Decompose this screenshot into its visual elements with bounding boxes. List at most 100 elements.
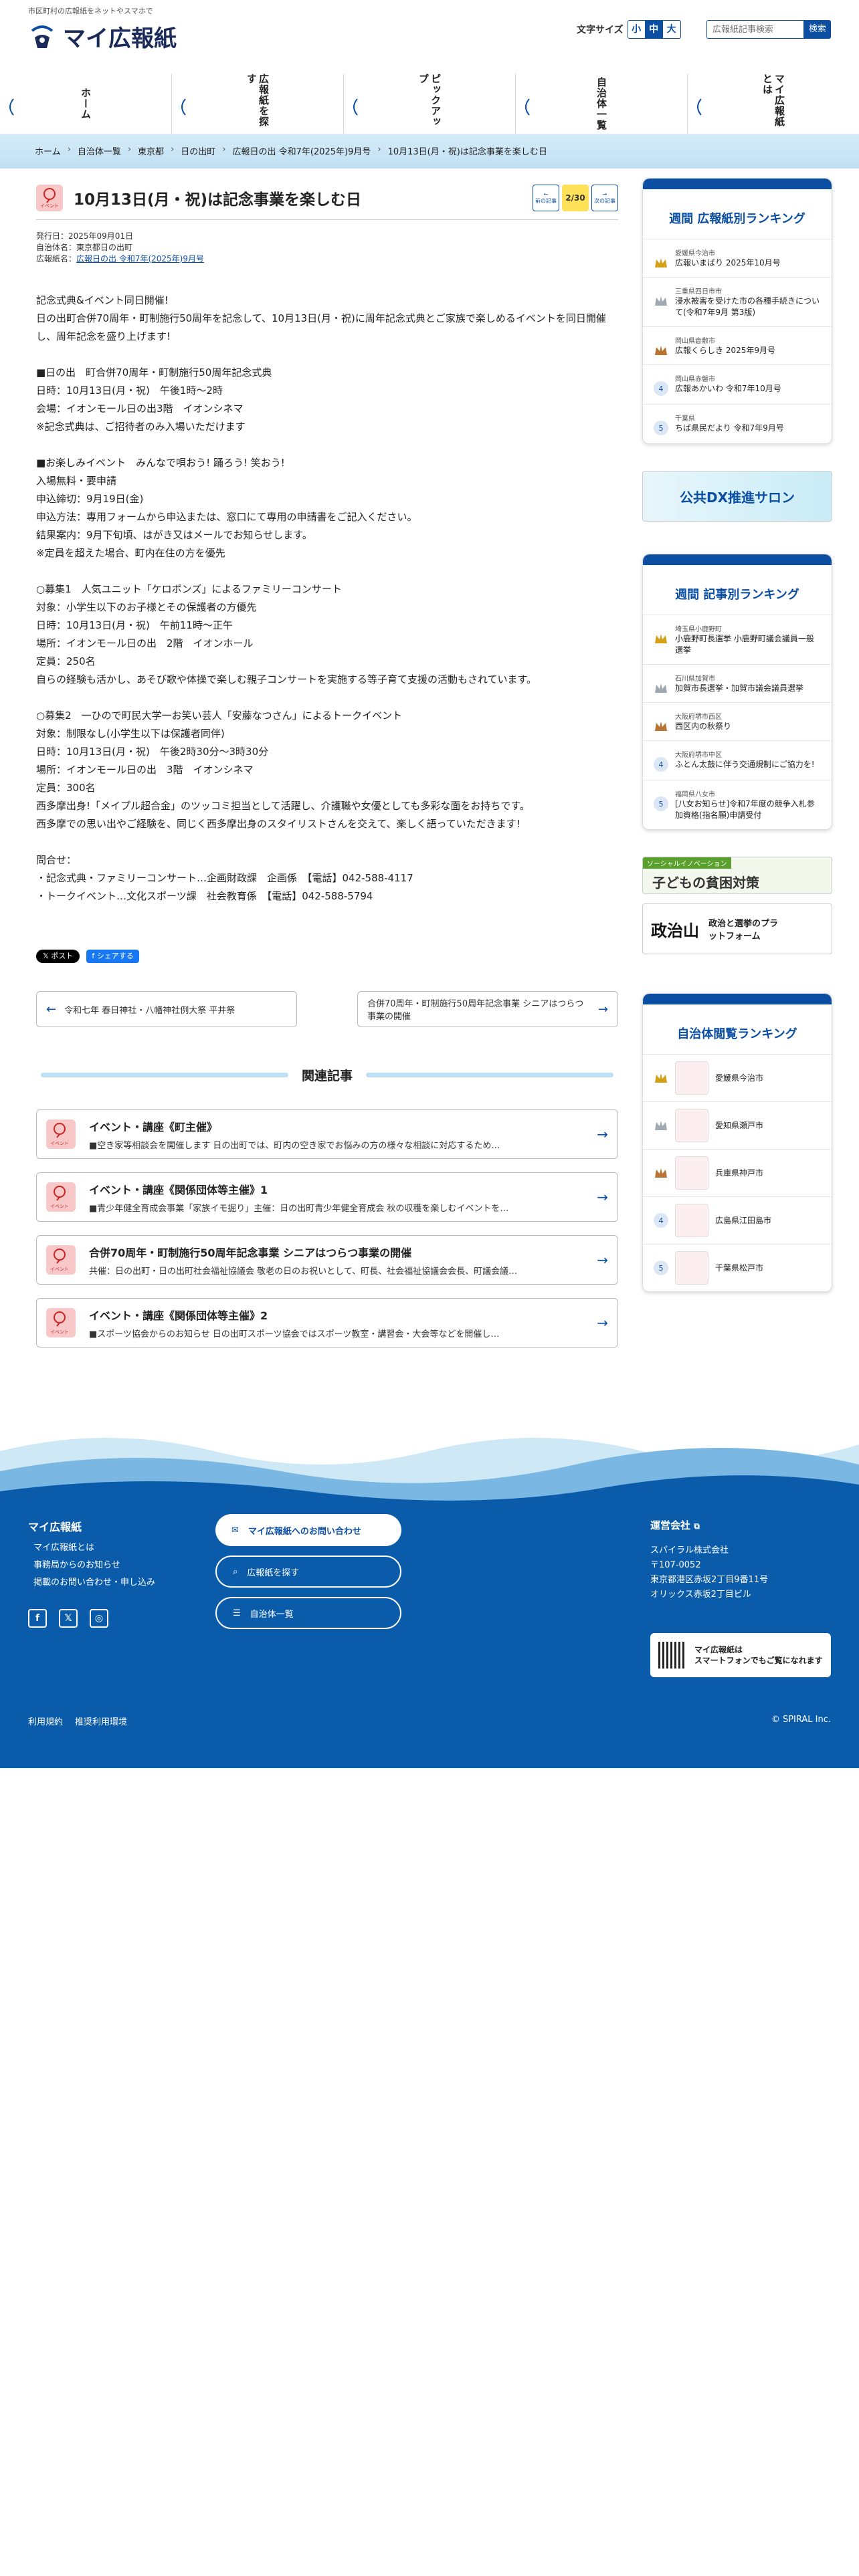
paper-link[interactable]: 広報日の出 令和7年(2025年)9月号 — [76, 254, 204, 263]
breadcrumb-issue[interactable]: 広報日の出 令和7年(2025年)9月号 — [232, 144, 371, 157]
category-label: イベント — [50, 1267, 69, 1272]
ranking-municipality: 石川県加賀市 — [675, 675, 715, 683]
rank-number: 5 — [654, 796, 668, 811]
ranking-text: 加賀市長選挙・加賀市議会議員選挙 — [675, 683, 804, 693]
company-label: 運営会社 — [650, 1519, 691, 1531]
nav-item-municipalities[interactable]: 自治体一覧 — [516, 74, 688, 134]
related-item[interactable]: イベント イベント・講座《町主催》 ■空き家等相談会を開催します 日の出町では、町… — [36, 1109, 618, 1159]
ranking-item[interactable]: 5 千葉県松戸市 — [643, 1244, 832, 1291]
font-size-medium-button[interactable]: 中 — [645, 21, 663, 38]
municipality-list-button[interactable]: ☰ 自治体一覧 — [215, 1597, 401, 1629]
arrow-right-icon: → — [597, 1315, 608, 1331]
instagram-icon[interactable]: ◎ — [90, 1609, 108, 1628]
ranking-text: 広島県江田島市 — [715, 1215, 772, 1225]
ranking-item[interactable]: 4 岡山県赤磐市 広報あかいわ 令和7年10月号 — [643, 364, 832, 404]
x-icon[interactable]: 𝕏 — [59, 1609, 78, 1628]
nav-item-home[interactable]: ホーム — [0, 74, 172, 134]
ranking-item[interactable]: 埼玉県小鹿野町 小鹿野町長選挙 小鹿野町議会議員一般選挙 — [643, 615, 832, 664]
next-article-title: 合併70周年・町制施行50周年記念事業 シニアはつらつ事業の開催 — [367, 999, 584, 1022]
related-item[interactable]: イベント イベント・講座《関係団体等主催》2 ■スポーツ協会からのお知らせ 日の出… — [36, 1298, 618, 1348]
event-category-icon: イベント — [46, 1245, 76, 1275]
company-zip: 〒107-0052 — [650, 1560, 701, 1570]
ranking-item[interactable]: 4 大阪府堺市中区 ふとん太鼓に伴う交通規制にご協力を! — [643, 740, 832, 780]
breadcrumb: ホーム › 自治体一覧 › 東京都 › 日の出町 › 広報日の出 令和7年(2025年)… — [35, 144, 547, 157]
municipality-name: 自治体名：東京都日の出町 — [36, 243, 133, 252]
seijiyama-logo: 政治山 — [651, 920, 699, 940]
mascot-thumbnail-icon — [675, 1204, 708, 1237]
site-footer: マイ広報紙 マイ広報紙とは 事務局からのお知らせ 掲載のお問い合わせ・申し込み … — [0, 1501, 859, 1768]
company-building: オリックス赤坂2丁目ビル — [650, 1590, 751, 1600]
nav-item-about[interactable]: マイ広報紙とは — [688, 74, 859, 134]
related-item-desc: ■スポーツ協会からのお知らせ 日の出町スポーツ協会ではスポーツ教室・講習会・大会… — [89, 1329, 500, 1339]
breadcrumb-town[interactable]: 日の出町 — [181, 144, 215, 157]
social-innovation-banner[interactable]: ソーシャルイノベーション 子どもの貧困対策 — [642, 857, 832, 894]
ranking-item[interactable]: 愛媛県今治市 — [643, 1054, 832, 1101]
ranking-municipality: 大阪府堺市中区 — [675, 752, 722, 759]
company-link[interactable]: 運営会社 ⧉ — [650, 1518, 700, 1532]
breadcrumb-municipalities[interactable]: 自治体一覧 — [78, 144, 121, 157]
ranking-item[interactable]: 三重県四日市市 浸水被害を受けた市の各種手続きについて(令和7年9月 第3版) — [643, 277, 832, 326]
chevron-right-icon: › — [222, 144, 226, 154]
event-category-icon: イベント — [36, 185, 63, 211]
silver-crown-icon — [655, 296, 667, 306]
ranking-item[interactable]: 5 千葉県 ちば県民だより 令和7年9月号 — [643, 404, 832, 443]
logo-text: マイ広報紙 — [63, 25, 177, 52]
related-item-title: イベント・講座《町主催》 — [89, 1120, 218, 1134]
contact-button[interactable]: ✉ マイ広報紙へのお問い合わせ — [215, 1514, 401, 1546]
dx-salon-banner[interactable]: 公共DX推進サロン — [642, 471, 832, 522]
ranking-text: ちば県民だより 令和7年9月号 — [675, 423, 784, 433]
arrow-right-icon: → — [602, 191, 607, 197]
breadcrumb-home[interactable]: ホーム — [35, 144, 61, 157]
ranking-item[interactable]: 兵庫県神戸市 — [643, 1149, 832, 1196]
search-button[interactable]: 検索 — [804, 20, 831, 39]
nav-item-pickup[interactable]: ピックアップ — [344, 74, 516, 134]
breadcrumb-prefecture[interactable]: 東京都 — [138, 144, 164, 157]
footer-bottom-links: 利用規約 推奨利用環境 — [28, 1715, 127, 1727]
ranking-item[interactable]: 石川県加賀市 加賀市長選挙・加賀市議会議員選挙 — [643, 664, 832, 702]
ranking-item[interactable]: 4 広島県江田島市 — [643, 1196, 832, 1244]
search-paper-button[interactable]: ⌕ 広報紙を探す — [215, 1555, 401, 1588]
ranking-text: 小鹿野町長選挙 小鹿野町議会議員一般選挙 — [675, 634, 814, 655]
ranking-item[interactable]: 岡山県倉敷市 広報くらしき 2025年9月号 — [643, 326, 832, 364]
ranking-item[interactable]: 愛知県瀬戸市 — [643, 1101, 832, 1149]
arrow-right-icon: → — [597, 1002, 608, 1016]
chevron-right-icon: › — [377, 144, 381, 154]
nav-curve-icon — [525, 98, 530, 116]
facebook-icon[interactable]: f — [28, 1609, 47, 1628]
search-input[interactable] — [706, 20, 804, 39]
nav-item-search-paper[interactable]: 広報紙を探す — [172, 74, 344, 134]
related-list: イベント イベント・講座《町主催》 ■空き家等相談会を開催します 日の出町では、町… — [36, 1109, 618, 1348]
prev-article-button[interactable]: ← 前の記事 — [533, 185, 559, 211]
facebook-share-button[interactable]: f シェアする — [86, 950, 139, 963]
ranking-item[interactable]: 愛媛県今治市 広報いまばり 2025年10月号 — [643, 239, 832, 277]
font-size-large-button[interactable]: 大 — [663, 21, 680, 38]
nav-curve-icon — [353, 98, 358, 116]
x-post-button[interactable]: 𝕏 ポスト — [36, 950, 80, 963]
font-size-small-button[interactable]: 小 — [628, 21, 646, 38]
breadcrumb-current: 10月13日(月・祝)は記念事業を楽しむ日 — [387, 147, 547, 157]
environment-link[interactable]: 推奨利用環境 — [75, 1715, 127, 1727]
footer-link-news[interactable]: 事務局からのお知らせ — [33, 1557, 155, 1574]
footer-link-contact[interactable]: 掲載のお問い合わせ・申し込み — [33, 1574, 155, 1592]
ranking-item[interactable]: 5 福岡県八女市 [八女お知らせ]令和7年度の競争入札参加資格(指名願)申請受付 — [643, 780, 832, 829]
ranking-text: 西区内の秋祭り — [675, 722, 732, 731]
prev-article-link[interactable]: ← 令和七年 春日神社・八幡神社例大祭 平井祭 — [36, 991, 297, 1027]
footer-link-about[interactable]: マイ広報紙とは — [33, 1539, 155, 1557]
chevron-right-icon: › — [127, 144, 132, 154]
seijiyama-banner[interactable]: 政治山 政治と選挙のプラットフォーム — [642, 903, 832, 954]
mascot-thumbnail-icon — [675, 1156, 708, 1190]
footer-wave — [0, 1438, 859, 1505]
related-item[interactable]: イベント 合併70周年・町制施行50周年記念事業 シニアはつらつ事業の開催 共催：… — [36, 1235, 618, 1285]
logo-mark-icon — [31, 25, 54, 48]
next-article-link[interactable]: 合併70周年・町制施行50周年記念事業 シニアはつらつ事業の開催 → — [357, 991, 618, 1027]
ranking-text: 愛知県瀬戸市 — [715, 1120, 764, 1130]
ranking-item[interactable]: 大阪府堺市西区 西区内の秋祭り — [643, 702, 832, 740]
terms-link[interactable]: 利用規約 — [28, 1715, 63, 1727]
next-article-button[interactable]: → 次の記事 — [591, 185, 618, 211]
related-item[interactable]: イベント イベント・講座《関係団体等主催》1 ■青少年健全育成会事業「家族イモ掘り… — [36, 1172, 618, 1222]
site-logo[interactable]: マイ広報紙 — [27, 20, 177, 53]
bronze-crown-icon — [655, 346, 667, 355]
weekly-paper-ranking: 週間 広報紙別ランキング 愛媛県今治市 広報いまばり 2025年10月号 三重県四… — [642, 178, 832, 444]
related-item-desc: ■空き家等相談会を開催します 日の出町では、町内の空き家でお悩みの方の様々な相談… — [89, 1140, 500, 1151]
font-size-switcher: 文字サイズ 小 中 大 — [577, 20, 681, 39]
